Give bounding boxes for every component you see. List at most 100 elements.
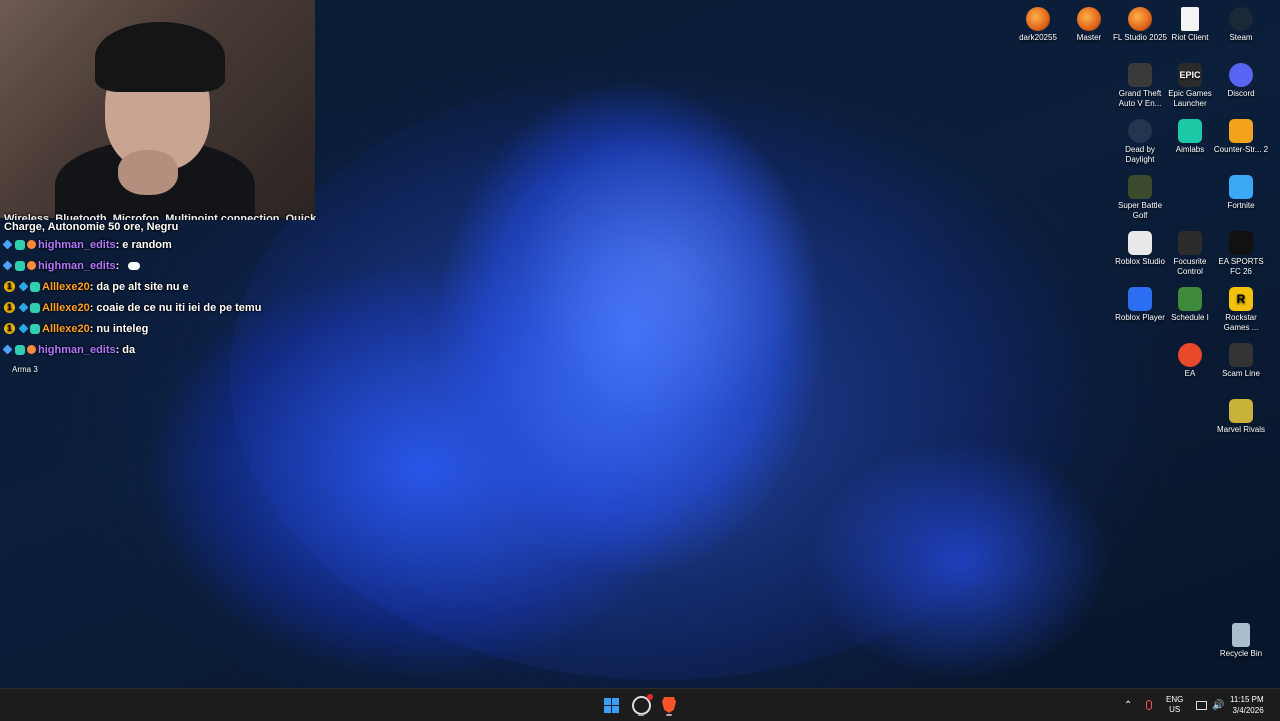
fl-studio-icon <box>1026 7 1050 31</box>
chat-username[interactable]: Alllexe20 <box>42 323 90 335</box>
desktop-icon-label: Scam Line <box>1222 369 1260 378</box>
taskbar-brave[interactable] <box>657 693 681 717</box>
desktop-icon[interactable]: Recycle Bin <box>1213 621 1269 659</box>
taskbar-obs[interactable] <box>629 693 653 717</box>
desktop-icon[interactable]: Focusrite Control <box>1162 229 1218 277</box>
recycle-bin-icon <box>1232 623 1250 647</box>
tray-chevron[interactable]: ⌃ <box>1124 689 1132 721</box>
desktop-icon[interactable]: Super Battle Golf <box>1112 173 1168 221</box>
roblox-studio-icon <box>1128 231 1152 255</box>
one-badge-icon: 1 <box>4 302 15 313</box>
desktop-icon[interactable]: EPIC Epic Games Launcher <box>1162 61 1218 109</box>
chat-message: 1 Alllexe20: nu inteleg <box>4 318 319 339</box>
desktop-icon[interactable]: Roblox Player <box>1112 285 1168 323</box>
epic-icon: EPIC <box>1178 63 1202 87</box>
gem-badge-icon <box>18 302 29 313</box>
desktop-icon[interactable]: Grand Theft Auto V En... <box>1112 61 1168 109</box>
desktop-icon[interactable]: dark20255 <box>1010 5 1066 43</box>
lang-top: ENG <box>1166 695 1184 704</box>
sub-badge-icon <box>30 302 40 313</box>
chat-separator: : <box>115 343 120 356</box>
taskbar: ⌃ ENG US 🔊 11:15 PM 3/4/2026 <box>0 688 1280 721</box>
chat-username[interactable]: Alllexe20 <box>42 302 90 314</box>
desktop-icon[interactable]: Fortnite <box>1213 173 1269 211</box>
desktop-icon-label: Rockstar Games ... <box>1223 313 1259 332</box>
roblox-player-icon <box>1128 287 1152 311</box>
start-button[interactable] <box>599 693 623 717</box>
clock-date: 3/4/2026 <box>1232 706 1264 715</box>
tray-network[interactable] <box>1196 689 1207 721</box>
clock[interactable]: 11:15 PM 3/4/2026 <box>1230 689 1264 721</box>
tray-mic[interactable] <box>1146 689 1152 721</box>
sword-badge-icon <box>2 344 13 355</box>
desktop-icon[interactable]: Riot Client <box>1162 5 1218 43</box>
desktop-icon[interactable]: Schedule I <box>1162 285 1218 323</box>
chat-separator: : <box>115 259 120 272</box>
desktop-icon[interactable]: Discord <box>1213 61 1269 99</box>
chat-username[interactable]: highman_edits <box>38 239 116 251</box>
ea-icon <box>1178 343 1202 367</box>
sub-badge-icon <box>15 260 25 271</box>
sub-badge-icon <box>15 344 25 355</box>
desktop-icon[interactable]: EA SPORTS FC 26 <box>1213 229 1269 277</box>
fl-studio-icon <box>1128 7 1152 31</box>
chat-separator: : <box>115 238 120 251</box>
desktop-icon-label: Grand Theft Auto V En... <box>1118 89 1162 108</box>
cloud-emote-icon <box>128 261 141 270</box>
chat-cont-line: Charge, Autonomie 50 ore, Negru <box>4 221 179 233</box>
chat-separator: : <box>89 280 94 293</box>
chat-text: e random <box>122 238 172 251</box>
desktop-icon-label: Epic Games Launcher <box>1168 89 1212 108</box>
chat-username[interactable]: highman_edits <box>38 344 116 356</box>
chat-message: highman_edits: e random <box>2 234 319 255</box>
chat-username[interactable]: highman_edits <box>38 260 116 272</box>
schedule-icon <box>1178 287 1202 311</box>
desktop-icon-label: dark20255 <box>1019 33 1057 42</box>
recording-dot-icon <box>646 693 653 700</box>
desktop-icon[interactable]: Marvel Rivals <box>1213 397 1269 435</box>
desktop-icon-label: Riot Client <box>1171 33 1209 42</box>
webcam-overlay <box>0 0 315 218</box>
desktop-icon-label: Roblox Player <box>1115 313 1165 322</box>
gem-badge-icon <box>18 323 29 334</box>
desktop-icon[interactable]: Aimlabs <box>1162 117 1218 155</box>
desktop-icon-label: Dead by Daylight <box>1125 145 1155 164</box>
desktop-icon[interactable]: R Rockstar Games ... <box>1213 285 1269 333</box>
windows-icon <box>603 697 619 713</box>
volume-icon: 🔊 <box>1212 699 1225 711</box>
desktop-icon[interactable]: Master <box>1061 5 1117 43</box>
chat-separator: : <box>89 301 94 314</box>
chevron-up-icon: ⌃ <box>1124 699 1133 711</box>
desktop-icon[interactable]: FL Studio 2025 <box>1112 5 1168 43</box>
desktop-icon[interactable]: Counter-Str... 2 <box>1213 117 1269 155</box>
chat-cut-line: Wireless, Bluetooth, Microfon, Multipoin… <box>4 213 317 220</box>
desktop-icon-label: Schedule I <box>1171 313 1209 322</box>
desktop-icon-label: EA <box>1184 369 1196 378</box>
brave-icon <box>662 697 676 713</box>
chat-previous-message: Wireless, Bluetooth, Microfon, Multipoin… <box>4 212 319 234</box>
chat-messages: highman_edits: e random highman_edits:1 All… <box>2 234 319 360</box>
desktop-icon[interactable]: Scam Line <box>1213 341 1269 379</box>
desktop-icon[interactable]: Roblox Studio <box>1112 229 1168 267</box>
desktop-icon[interactable]: Steam <box>1213 5 1269 43</box>
desktop-icon-label: Focusrite Control <box>1173 257 1207 276</box>
aimlabs-icon <box>1178 119 1202 143</box>
desktop-icon-label: FL Studio 2025 <box>1113 33 1167 42</box>
running-indicator <box>638 714 644 716</box>
language-indicator[interactable]: ENG US <box>1166 689 1183 721</box>
desktop-icon[interactable]: Dead by Daylight <box>1112 117 1168 165</box>
chat-separator: : <box>89 322 94 335</box>
sub-badge-icon <box>15 239 25 250</box>
sword-badge-icon <box>2 260 13 271</box>
tray-volume[interactable]: 🔊 <box>1212 689 1224 721</box>
lang-bottom: US <box>1169 705 1181 714</box>
chat-message: highman_edits: <box>2 255 319 276</box>
chat-username[interactable]: Alllexe20 <box>42 281 90 293</box>
desktop-icon-label: Super Battle Golf <box>1117 201 1163 220</box>
desktop-icon-label: Aimlabs <box>1175 145 1205 154</box>
clock-time: 11:15 PM <box>1230 695 1264 704</box>
desktop-icon-label: Counter-Str... 2 <box>1213 145 1269 154</box>
desktop-icon[interactable]: EA <box>1162 341 1218 379</box>
gem-badge-icon <box>18 281 29 292</box>
chat-message: 1 Alllexe20: da pe alt site nu e <box>4 276 319 297</box>
